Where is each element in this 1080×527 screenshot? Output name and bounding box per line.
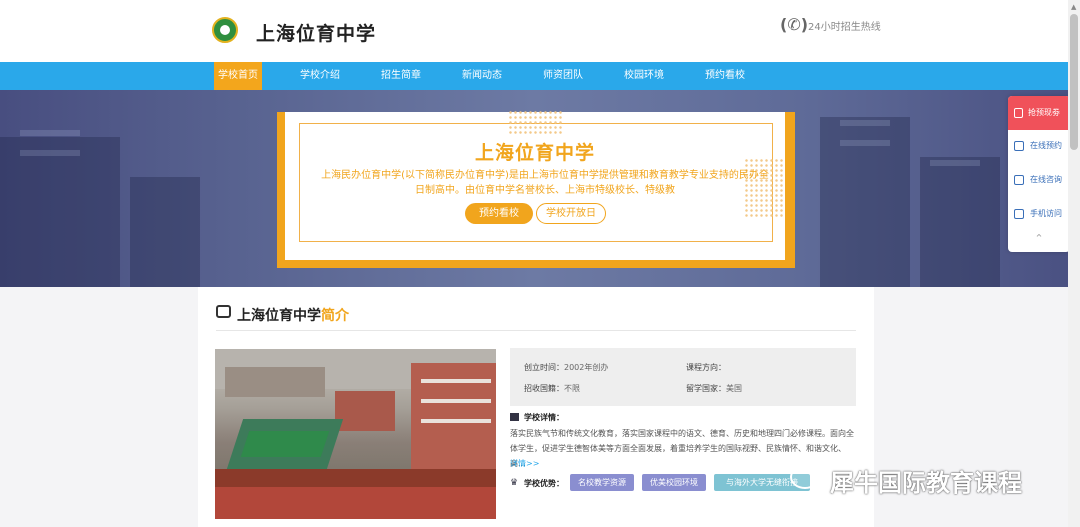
floating-sidebar: 抢预现劵 在线预约 在线咨询 手机访问 ⌃ bbox=[1008, 96, 1070, 252]
chat-bubble-icon bbox=[216, 305, 231, 318]
dot-pattern bbox=[508, 110, 564, 134]
hotline-label: 24小时招生热线 bbox=[808, 22, 881, 33]
open-day-button[interactable]: 学校开放日 bbox=[536, 203, 606, 224]
nav-item-home[interactable]: 学校首页 bbox=[214, 62, 262, 90]
watermark-text: 犀牛国际教育课程 bbox=[830, 469, 1022, 497]
phone-icon: (✆) bbox=[780, 15, 809, 34]
nav-item-news[interactable]: 新闻动态 bbox=[457, 62, 507, 90]
coupon-label: 抢预现劵 bbox=[1028, 108, 1060, 117]
section-title-highlight: 简介 bbox=[321, 308, 349, 324]
hero-window bbox=[840, 120, 890, 126]
nav-item-admissions[interactable]: 招生简章 bbox=[376, 62, 426, 90]
hero-window bbox=[20, 150, 80, 156]
photo-court bbox=[240, 431, 330, 457]
wechat-icon bbox=[790, 465, 820, 489]
online-consult-button[interactable]: 在线咨询 bbox=[1008, 170, 1070, 190]
direction-label: 课程方向： bbox=[686, 363, 726, 372]
founded-value: 2002年创办 bbox=[564, 363, 609, 372]
photo-window-row bbox=[421, 399, 491, 403]
nav-item-visit[interactable]: 预约看校 bbox=[700, 62, 750, 90]
advantage-tag: 名校教学资源 bbox=[570, 474, 634, 491]
coupon-icon bbox=[1014, 108, 1023, 118]
book-visit-button[interactable]: 预约看校 bbox=[465, 203, 533, 224]
study-label: 留学国家：美国 bbox=[686, 384, 742, 393]
more-link[interactable]: 详情>> bbox=[510, 458, 539, 469]
book-icon bbox=[510, 413, 519, 421]
qr-code-icon bbox=[1014, 209, 1024, 219]
photo-window-row bbox=[421, 379, 491, 383]
founded-label: 创立时间：2002年创办 bbox=[524, 363, 609, 372]
mobile-access-label: 手机访问 bbox=[1030, 209, 1062, 218]
coupon-button[interactable]: 抢预现劵 bbox=[1008, 96, 1070, 130]
section-title: 上海位育中学简介 bbox=[237, 305, 349, 325]
enroll-label: 招收国籍：不限 bbox=[524, 384, 580, 393]
photo-window-row bbox=[421, 419, 491, 423]
nav-item-about[interactable]: 学校介绍 bbox=[295, 62, 345, 90]
hero-window bbox=[20, 130, 80, 136]
hero-description: 上海民办位育中学(以下简称民办位育中学)是由上海市位育中学提供管理和教育教学专业… bbox=[321, 170, 769, 196]
photo-building bbox=[335, 391, 395, 431]
main-nav: 学校首页 学校介绍 招生简章 新闻动态 师资团队 校园环境 预约看校 bbox=[0, 62, 1068, 90]
hero-title: 上海位育中学 bbox=[474, 142, 595, 164]
advantage-tag: 优美校园环境 bbox=[642, 474, 706, 491]
online-consult-label: 在线咨询 bbox=[1030, 175, 1062, 184]
school-logo-icon[interactable] bbox=[212, 17, 238, 43]
detail-title: 学校详情： bbox=[524, 413, 564, 422]
nav-item-campus[interactable]: 校园环境 bbox=[619, 62, 669, 90]
site-header: 上海位育中学 (✆) 24小时招生热线 bbox=[0, 0, 1068, 62]
mobile-access-button[interactable]: 手机访问 bbox=[1008, 204, 1070, 224]
scroll-up-arrow-icon[interactable]: ▲ bbox=[1071, 3, 1076, 11]
hero-window bbox=[930, 160, 980, 166]
scroll-thumb[interactable] bbox=[1070, 14, 1078, 150]
divider bbox=[216, 330, 856, 331]
advantage-title: 学校优势： bbox=[524, 479, 564, 488]
enroll-value: 不限 bbox=[564, 384, 580, 393]
study-value: 美国 bbox=[726, 384, 742, 393]
crown-icon: ♛ bbox=[510, 478, 519, 488]
site-title[interactable]: 上海位育中学 bbox=[256, 19, 376, 46]
booking-icon bbox=[1014, 141, 1024, 151]
school-info-box: 创立时间：2002年创办 课程方向： 招收国籍：不限 留学国家：美国 bbox=[510, 348, 856, 406]
nav-item-teachers[interactable]: 师资团队 bbox=[538, 62, 588, 90]
photo-track bbox=[215, 487, 496, 519]
section-title-main: 上海位育中学 bbox=[237, 308, 321, 324]
hero-building bbox=[0, 137, 120, 287]
photo-building bbox=[225, 367, 325, 397]
watermark: 犀牛国际教育课程 bbox=[790, 461, 1070, 499]
chevron-up-icon[interactable]: ⌃ bbox=[1008, 232, 1070, 245]
hero-window bbox=[840, 140, 890, 146]
chat-icon bbox=[1014, 175, 1024, 185]
campus-photo bbox=[215, 349, 496, 519]
online-booking-label: 在线预约 bbox=[1030, 141, 1062, 150]
page-scrollbar[interactable]: ▲ bbox=[1068, 0, 1080, 527]
online-booking-button[interactable]: 在线预约 bbox=[1008, 136, 1070, 156]
hero-building bbox=[130, 177, 200, 287]
hero-building bbox=[920, 157, 1000, 287]
